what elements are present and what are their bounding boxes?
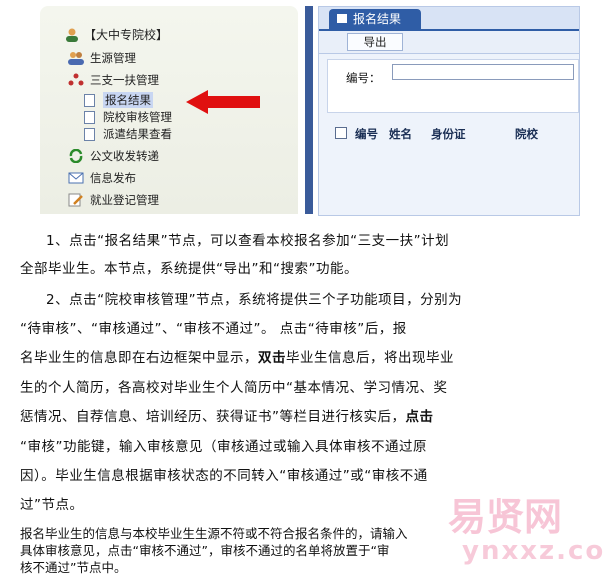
sidebar-subitem-label: 报名结果 (103, 92, 153, 108)
number-label: 编号： (346, 71, 381, 85)
paragraph-line: 名毕业生的信息即在右边框架中显示，双击毕业生信息后，将出现毕业 (20, 345, 454, 372)
sidebar-subitem-label: 派遣结果查看 (103, 127, 172, 141)
paragraph-line: 过”节点。 (20, 497, 84, 513)
main-panel: 报名结果 导出 编号： 编号 姓名 身份证 院校 (318, 6, 580, 216)
refresh-icon (68, 148, 84, 164)
paragraph-line: 2、点击“院校审核管理”节点，系统将提供三个子功能项目，分别为 (46, 292, 463, 308)
sidebar-item-source[interactable]: 生源管理 (68, 50, 136, 66)
pointer-arrow-icon (186, 90, 260, 114)
org-icon (68, 73, 84, 87)
users-icon (68, 51, 84, 65)
text-run: 毕业生信息后，将出现毕业 (286, 350, 454, 366)
paragraph-line: 具体审核意见，点击“审核不通过”，审核不通过的名单将放置于“审 (20, 543, 390, 558)
sidebar-item-documents[interactable]: 公文收发转递 (68, 148, 159, 164)
select-all-checkbox[interactable] (335, 127, 347, 139)
mail-icon (68, 171, 84, 185)
text-run: 惩情况、自荐信息、培训经历、获得证书”等栏目进行核实后， (20, 409, 406, 425)
paragraph-line: 全部毕业生。本节点，系统提供“导出”和“搜索”功能。 (20, 261, 358, 277)
paragraph-line: 惩情况、自荐信息、培训经历、获得证书”等栏目进行核实后，点击 (20, 404, 434, 431)
sidebar-item-label: 三支一扶管理 (90, 73, 159, 87)
column-header[interactable]: 编号 (355, 126, 378, 142)
paragraph-line: 1、点击“报名结果”节点，可以查看本校报名参加“三支一扶”计划 (46, 233, 450, 249)
sidebar: 【大中专院校】 生源管理 三支一扶管理 报名结果 院校审核管理 派遣结果查看 公… (40, 6, 298, 214)
sidebar-item-label: 就业登记管理 (90, 193, 159, 207)
paragraph-line: 核不通过”节点中。 (20, 560, 127, 575)
sidebar-subitem-dispatch[interactable]: 派遣结果查看 (84, 126, 172, 142)
document-icon (84, 110, 95, 124)
watermark-url: ynxxz.com (462, 536, 605, 566)
text-run-bold: 双击 (258, 350, 286, 366)
sidebar-item-label: 公文收发转递 (90, 149, 159, 163)
tab-bar: 报名结果 (319, 7, 579, 31)
column-header[interactable]: 身份证 (431, 126, 466, 142)
sidebar-subitem-review[interactable]: 院校审核管理 (84, 109, 172, 125)
sidebar-subitem-result[interactable]: 报名结果 (84, 92, 153, 108)
table-header: 编号 姓名 身份证 院校 (327, 123, 577, 145)
paragraph-line: 因）。毕业生信息根据审核状态的不同转入“审核通过”或“审核不通 (20, 468, 428, 484)
document-icon (84, 93, 95, 107)
tab-label: 报名结果 (353, 12, 402, 26)
text-run-bold: 点击 (405, 409, 434, 425)
text-run: 名毕业生的信息即在右边框架中显示， (20, 350, 258, 366)
column-header[interactable]: 姓名 (389, 126, 412, 142)
frame-divider[interactable] (305, 6, 313, 214)
tab-result[interactable]: 报名结果 (329, 9, 422, 29)
edit-icon (68, 193, 84, 207)
search-form: 编号： (327, 59, 579, 113)
paragraph-line: 生的个人简历，各高校对毕业生个人简历中“基本情况、学习情况、奖 (20, 380, 448, 396)
paragraph-line: “待审核”、“审核通过”、“审核不通过”。 点击“待审核”后，报 (20, 321, 407, 337)
toolbar: 导出 (319, 31, 579, 54)
paragraph-line: “审核”功能键，输入审核意见（审核通过或输入具体审核不通过原 (20, 439, 427, 455)
export-button[interactable]: 导出 (347, 33, 403, 51)
watermark-brand: 易贤网 (448, 494, 563, 539)
sidebar-title: 【大中专院校】 (64, 26, 168, 43)
column-header[interactable]: 院校 (515, 126, 538, 142)
screenshot: 【大中专院校】 生源管理 三支一扶管理 报名结果 院校审核管理 派遣结果查看 公… (40, 6, 580, 216)
sidebar-item-label: 信息发布 (90, 171, 136, 185)
tab-icon (337, 14, 347, 23)
sidebar-item-label: 生源管理 (90, 51, 136, 65)
sidebar-subitem-label: 院校审核管理 (103, 110, 172, 124)
sidebar-item-employment[interactable]: 就业登记管理 (68, 192, 159, 208)
sidebar-item-info[interactable]: 信息发布 (68, 170, 136, 186)
paragraph-line: 报名毕业生的信息与本校毕业生生源不符或不符合报名条件的，请输入 (20, 526, 408, 541)
document-icon (84, 127, 95, 141)
sidebar-item-sanzhi[interactable]: 三支一扶管理 (68, 72, 159, 88)
user-icon (64, 28, 80, 42)
number-input[interactable] (392, 64, 574, 80)
sidebar-title-text: 【大中专院校】 (84, 28, 169, 42)
